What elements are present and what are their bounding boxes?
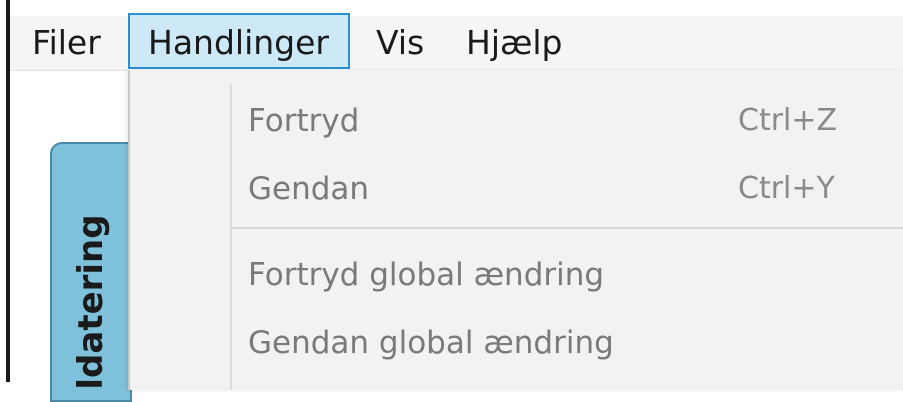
menu-item-gendan-global[interactable]: Gendan global ændring — [130, 308, 903, 378]
menu-item-label: Gendan global ændring — [248, 325, 614, 361]
vertical-tab[interactable]: ldatering — [50, 142, 132, 402]
menu-hjaelp[interactable]: Hjælp — [466, 16, 563, 70]
menu-bar: Filer Handlinger Vis Hjælp — [10, 13, 903, 71]
menu-separator — [232, 227, 903, 229]
menu-item-fortryd-global[interactable]: Fortryd global ændring — [130, 240, 903, 310]
menu-item-gendan[interactable]: Gendan Ctrl+Y — [130, 154, 903, 224]
menu-vis[interactable]: Vis — [376, 16, 424, 70]
menu-item-shortcut: Ctrl+Y — [738, 171, 835, 206]
handlinger-dropdown-menu: Fortryd Ctrl+Z Gendan Ctrl+Y Fortryd glo… — [128, 70, 903, 390]
menu-filer[interactable]: Filer — [32, 16, 101, 70]
menu-item-shortcut: Ctrl+Z — [738, 103, 838, 138]
menu-item-label: Fortryd global ændring — [248, 257, 605, 293]
vertical-tab-label: ldatering — [71, 214, 111, 390]
menu-handlinger[interactable]: Handlinger — [128, 13, 350, 69]
menu-item-fortryd[interactable]: Fortryd Ctrl+Z — [130, 86, 903, 156]
menu-item-label: Fortryd — [248, 103, 360, 139]
menu-item-label: Gendan — [248, 171, 370, 207]
